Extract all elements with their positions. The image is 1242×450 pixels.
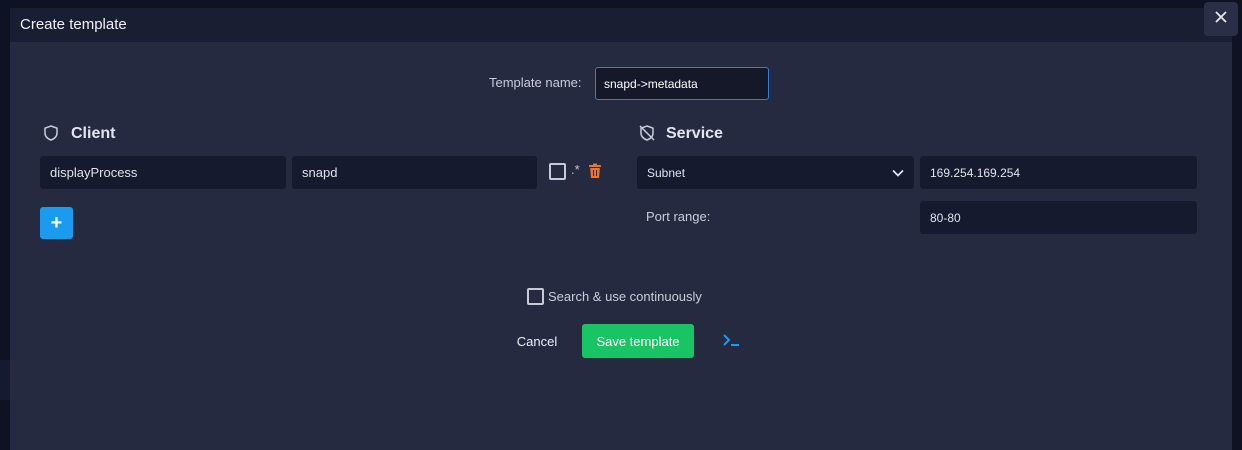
continuous-label: Search & use continuously <box>548 289 702 304</box>
add-client-button[interactable]: + <box>40 207 73 239</box>
close-icon <box>1214 10 1228 29</box>
service-address-field[interactable]: 169.254.169.254 <box>920 156 1197 189</box>
chevron-down-icon <box>892 166 904 180</box>
client-title-text: Client <box>71 125 116 142</box>
port-range-field[interactable]: 80-80 <box>920 201 1197 234</box>
close-dialog-button[interactable] <box>1204 2 1238 36</box>
service-type-select[interactable]: Subnet <box>637 156 914 189</box>
shield-off-icon <box>639 125 657 143</box>
service-section-title: Service <box>639 125 723 143</box>
create-template-dialog: Create template Template name: Client di… <box>10 8 1232 450</box>
dialog-header: Create template <box>10 8 1232 42</box>
template-name-label: Template name: <box>489 75 582 90</box>
background-panel-edge <box>0 360 10 400</box>
client-key-field[interactable]: displayProcess <box>40 156 286 189</box>
client-section-title: Client <box>44 125 115 143</box>
service-type-value: Subnet <box>647 165 686 180</box>
delete-row-icon[interactable] <box>588 163 602 179</box>
service-title-text: Service <box>666 125 723 142</box>
regex-label: .* <box>571 162 580 177</box>
save-template-button[interactable]: Save template <box>582 324 694 358</box>
continuous-checkbox[interactable] <box>527 288 544 305</box>
terminal-icon[interactable] <box>722 331 742 349</box>
client-value-field[interactable]: snapd <box>292 156 537 189</box>
regex-checkbox[interactable] <box>549 163 566 180</box>
cancel-button[interactable]: Cancel <box>505 325 569 357</box>
template-name-input[interactable] <box>595 67 769 100</box>
dialog-title: Create template <box>20 16 127 33</box>
shield-icon <box>44 125 62 143</box>
port-range-label: Port range: <box>646 209 711 224</box>
